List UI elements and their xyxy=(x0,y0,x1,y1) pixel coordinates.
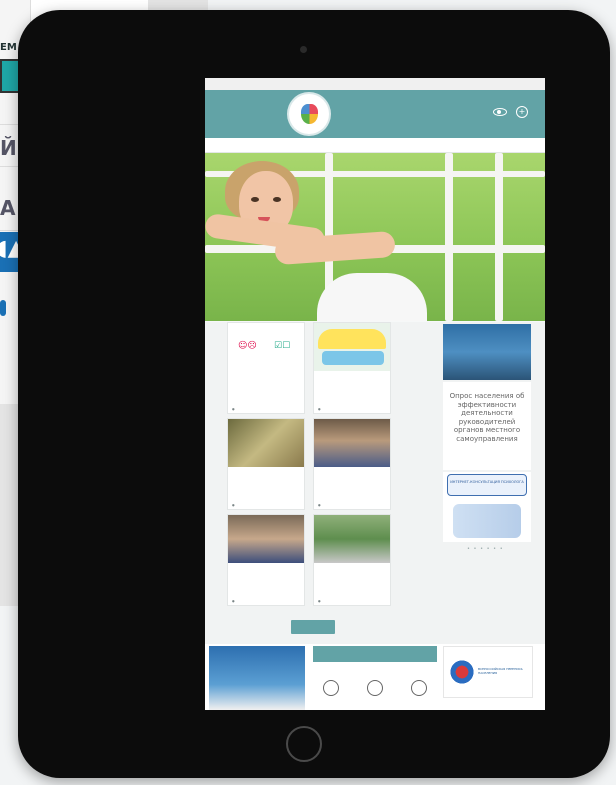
census-logo-icon xyxy=(450,655,474,689)
news-card-footer: ● xyxy=(318,407,388,411)
consultation-illustration xyxy=(453,504,521,538)
footer-area: ВСЕРОССИЙСКАЯ ПЕРЕПИСЬ НАСЕЛЕНИЯ xyxy=(205,644,545,710)
eye-icon: ● xyxy=(318,407,321,411)
eye xyxy=(273,197,281,202)
census-badge[interactable]: ВСЕРОССИЙСКАЯ ПЕРЕПИСЬ НАСЕЛЕНИЯ xyxy=(443,646,533,698)
sidebar-consultation-banner[interactable]: ИНТЕРНЕТ-КОНСУЛЬТАЦИЯ ПСИХОЛОГА xyxy=(443,472,531,542)
eye-icon: ● xyxy=(318,503,321,507)
news-card-image xyxy=(228,419,304,467)
news-card[interactable]: ● xyxy=(313,418,391,510)
sidebar-city-banner[interactable] xyxy=(443,324,531,380)
girl-shirt xyxy=(317,273,427,321)
eye-icon: ● xyxy=(232,599,235,603)
poster-sun xyxy=(318,329,386,349)
emoji-icons: ☺☹ xyxy=(238,341,257,351)
news-card-footer: ● xyxy=(232,407,302,411)
news-card-image: ☺☹ ☑☐ xyxy=(228,323,304,371)
plus-icon[interactable]: + xyxy=(516,106,528,118)
footer-section-header xyxy=(313,646,437,662)
news-card-footer: ● xyxy=(318,599,388,603)
all-news-button[interactable] xyxy=(291,620,335,634)
poster-sky xyxy=(322,351,384,365)
hero-photo xyxy=(205,153,545,321)
eye-icon: ● xyxy=(232,407,235,411)
camera-icon xyxy=(300,46,307,53)
news-card-footer: ● xyxy=(232,503,302,507)
eye-icon: ● xyxy=(232,503,235,507)
news-card-image xyxy=(228,515,304,563)
network-icon[interactable] xyxy=(367,680,383,696)
logo-emblem-icon xyxy=(301,104,318,124)
news-card-footer: ● xyxy=(318,503,388,507)
news-card-footer: ● xyxy=(232,599,302,603)
barre-post xyxy=(495,153,503,321)
barre-post xyxy=(445,153,453,321)
news-card[interactable]: ☺☹ ☑☐ ● xyxy=(227,322,305,414)
site-logo[interactable] xyxy=(289,94,329,134)
site-header: + xyxy=(205,90,545,138)
checkbox-icons: ☑☐ xyxy=(274,341,291,351)
browser-top-bar xyxy=(205,78,545,90)
tablet-screen: + ☺☹ ☑☐ ● ● ● ● ● ● Опрос населения об э… xyxy=(205,78,545,710)
footer-banner[interactable] xyxy=(209,646,305,710)
census-badge-text: ВСЕРОССИЙСКАЯ ПЕРЕПИСЬ НАСЕЛЕНИЯ xyxy=(478,667,523,675)
news-card-image xyxy=(314,323,390,371)
consultation-button[interactable]: ИНТЕРНЕТ-КОНСУЛЬТАЦИЯ ПСИХОЛОГА xyxy=(447,474,527,496)
news-card-image xyxy=(314,419,390,467)
news-card[interactable]: ● xyxy=(313,514,391,606)
document-icon[interactable] xyxy=(323,680,339,696)
news-card[interactable]: ● xyxy=(227,418,305,510)
news-card[interactable]: ● xyxy=(313,322,391,414)
news-card[interactable]: ● xyxy=(227,514,305,606)
home-button[interactable] xyxy=(286,726,322,762)
sidebar-survey-banner[interactable]: Опрос населения об эффективности деятель… xyxy=(443,382,531,470)
eye-icon: ● xyxy=(318,599,321,603)
carousel-dots[interactable]: • • • • • • xyxy=(467,546,504,552)
main-nav xyxy=(205,138,545,153)
accessibility-eye-icon[interactable] xyxy=(493,108,507,116)
eye xyxy=(251,197,259,202)
news-card-image xyxy=(314,515,390,563)
gear-icon[interactable] xyxy=(411,680,427,696)
